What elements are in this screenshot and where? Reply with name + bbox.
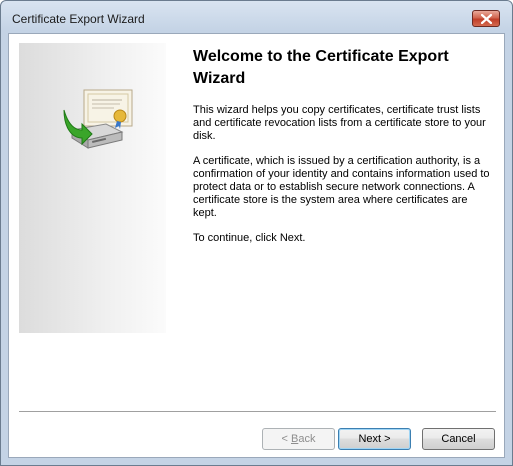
title-bar[interactable]: Certificate Export Wizard (1, 1, 512, 35)
wizard-window: Certificate Export Wizard Welcome to the… (0, 0, 513, 466)
wizard-page: Welcome to the Certificate Export Wizard… (8, 33, 505, 458)
continue-instruction: To continue, click Next. (193, 232, 306, 244)
certificate-export-icon (63, 89, 133, 149)
back-button-rest: ack (298, 433, 316, 445)
wizard-side-panel (19, 43, 166, 333)
next-button[interactable]: Next > (338, 428, 411, 450)
close-button[interactable] (472, 10, 500, 27)
back-button[interactable]: < Back (262, 428, 335, 450)
cancel-button[interactable]: Cancel (422, 428, 495, 450)
close-icon (481, 14, 492, 24)
window-title: Certificate Export Wizard (12, 12, 145, 26)
page-title: Welcome to the Certificate Export Wizard (193, 48, 449, 87)
intro-paragraph: This wizard helps you copy certificates,… (193, 104, 486, 142)
button-divider (19, 411, 496, 413)
certificate-description-paragraph: A certificate, which is issued by a cert… (193, 155, 490, 219)
back-button-prefix: < (281, 433, 291, 445)
